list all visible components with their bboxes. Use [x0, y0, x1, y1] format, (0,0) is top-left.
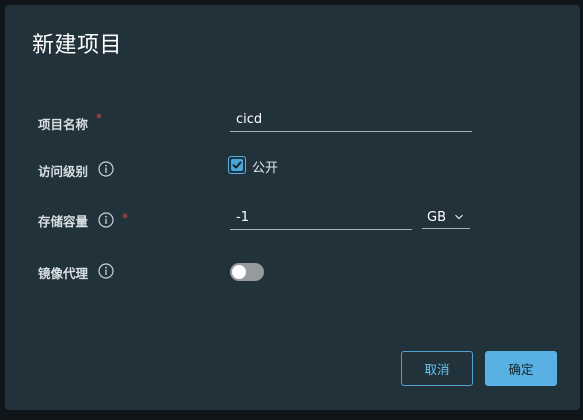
- mirror-proxy-label: 镜像代理: [38, 266, 89, 281]
- storage-unit-select[interactable]: GB: [422, 207, 470, 229]
- access-level-label: 访问级别: [38, 164, 89, 179]
- info-icon[interactable]: [98, 263, 114, 279]
- project-name-required-mark: *: [96, 111, 102, 125]
- info-icon[interactable]: [98, 212, 114, 228]
- chevron-down-icon: [455, 214, 463, 220]
- storage-quota-required-mark: *: [122, 211, 128, 225]
- project-name-input[interactable]: [230, 108, 472, 132]
- public-checkbox[interactable]: [228, 156, 246, 174]
- cancel-button[interactable]: 取消: [401, 351, 473, 386]
- dialog-title: 新建项目: [32, 33, 123, 58]
- mirror-proxy-toggle[interactable]: [230, 263, 264, 281]
- info-icon[interactable]: [98, 161, 114, 177]
- project-name-label: 项目名称: [38, 117, 89, 132]
- storage-quota-input[interactable]: [230, 206, 412, 230]
- toggle-knob: [232, 265, 246, 279]
- check-icon: [232, 161, 242, 169]
- storage-unit-value: GB: [427, 210, 446, 225]
- public-checkbox-label[interactable]: 公开: [252, 157, 278, 176]
- new-project-dialog: 新建项目 项目名称 * 访问级别 公开 存储容量 * GB 镜像代理: [5, 5, 580, 410]
- confirm-button[interactable]: 确定: [485, 351, 557, 386]
- storage-quota-label: 存储容量: [38, 214, 89, 229]
